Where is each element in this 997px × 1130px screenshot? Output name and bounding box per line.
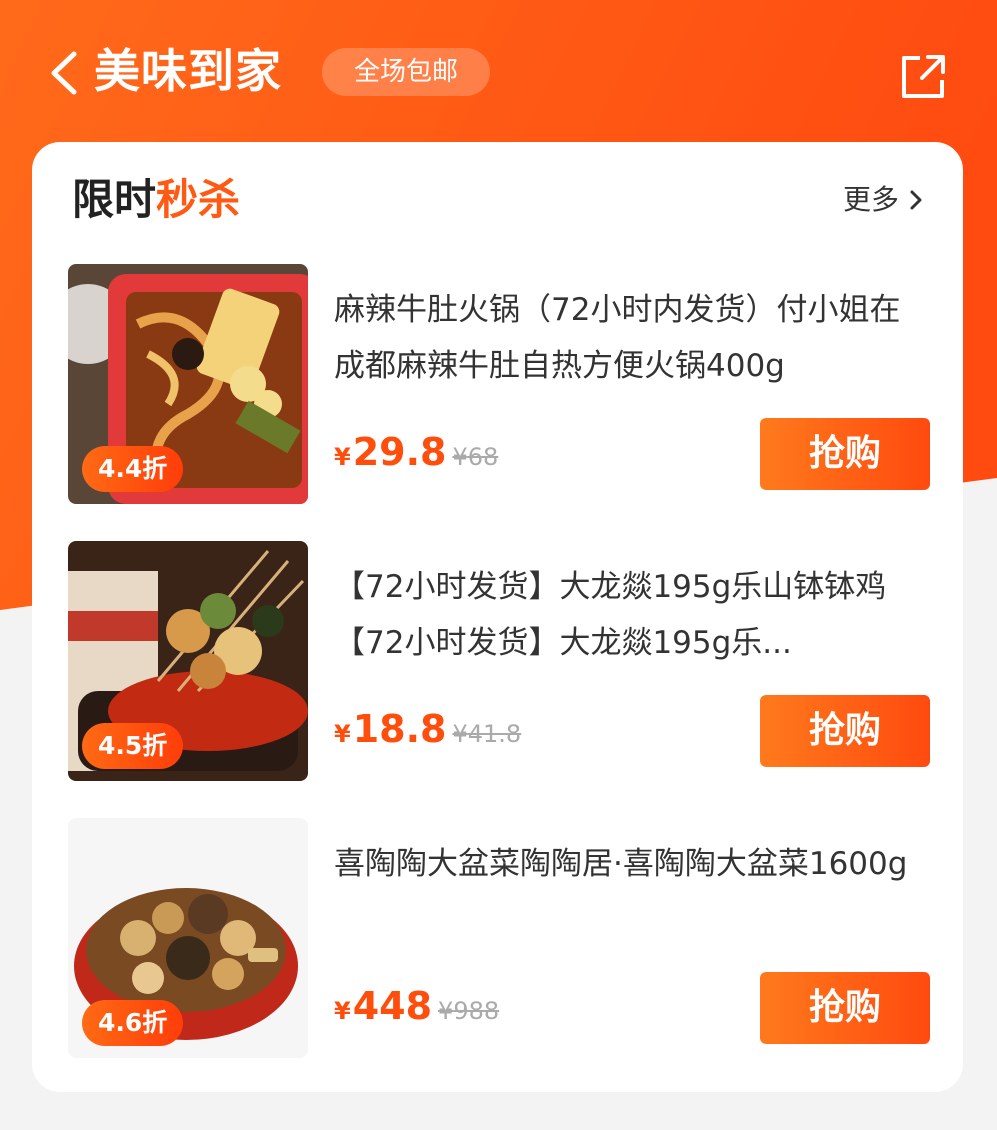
page-title: 美味到家: [94, 44, 282, 98]
original-price-value: 988: [453, 997, 500, 1025]
original-currency: ¥: [438, 997, 454, 1025]
price: ¥448 ¥988: [334, 984, 499, 1032]
discount-badge: 4.4折: [82, 446, 184, 492]
chevron-left-icon: [51, 51, 77, 95]
discount-badge: 4.6折: [82, 1000, 184, 1046]
buy-button[interactable]: 抢购: [760, 972, 930, 1044]
share-button[interactable]: [898, 52, 948, 100]
buy-button[interactable]: 抢购: [760, 695, 930, 767]
currency-symbol: ¥: [334, 443, 351, 471]
original-price: ¥41.8: [452, 720, 521, 748]
product-item[interactable]: 4.6折 喜陶陶大盆菜陶陶居·喜陶陶大盆菜1600g ¥448 ¥988 抢购: [68, 818, 930, 1058]
product-name[interactable]: 喜陶陶大盆菜陶陶居·喜陶陶大盆菜1600g: [334, 836, 930, 892]
original-currency: ¥: [452, 720, 468, 748]
product-name[interactable]: 【72小时发货】大龙燚195g乐山钵钵鸡【72小时发货】大龙燚195g乐...: [334, 559, 930, 671]
original-price-value: 68: [467, 443, 499, 471]
free-shipping-badge: 全场包邮: [322, 48, 490, 96]
more-link[interactable]: 更多: [843, 180, 923, 220]
discount-badge: 4.5折: [82, 723, 184, 769]
original-price: ¥988: [438, 997, 499, 1025]
back-button[interactable]: [44, 50, 84, 96]
price: ¥18.8 ¥41.8: [334, 707, 521, 755]
sale-price: 448: [352, 984, 433, 1028]
original-currency: ¥: [452, 443, 468, 471]
original-price-value: 41.8: [467, 720, 522, 748]
currency-symbol: ¥: [334, 720, 351, 748]
sale-price: 29.8: [352, 430, 447, 474]
currency-symbol: ¥: [334, 997, 351, 1025]
product-item[interactable]: 4.5折 【72小时发货】大龙燚195g乐山钵钵鸡【72小时发货】大龙燚195g…: [68, 541, 930, 781]
sale-price: 18.8: [352, 707, 447, 751]
flash-sale-card: 限时秒杀 更多 4.4折 麻辣牛肚火锅（72小时内发货）付小姐在成都麻辣牛肚自热…: [32, 142, 963, 1092]
product-image[interactable]: 4.4折: [68, 264, 308, 504]
section-title-highlight: 秒杀: [156, 175, 241, 224]
product-name[interactable]: 麻辣牛肚火锅（72小时内发货）付小姐在成都麻辣牛肚自热方便火锅400g: [334, 282, 930, 394]
section-title: 限时秒杀: [72, 170, 240, 230]
product-image[interactable]: 4.6折: [68, 818, 308, 1058]
share-icon: [902, 55, 945, 98]
original-price: ¥68: [452, 443, 498, 471]
chevron-right-icon: [910, 190, 922, 210]
price: ¥29.8 ¥68: [334, 430, 498, 478]
product-item[interactable]: 4.4折 麻辣牛肚火锅（72小时内发货）付小姐在成都麻辣牛肚自热方便火锅400g…: [68, 264, 930, 504]
buy-button[interactable]: 抢购: [760, 418, 930, 490]
section-title-plain: 限时: [72, 175, 157, 224]
product-image[interactable]: 4.5折: [68, 541, 308, 781]
more-label: 更多: [842, 183, 899, 216]
